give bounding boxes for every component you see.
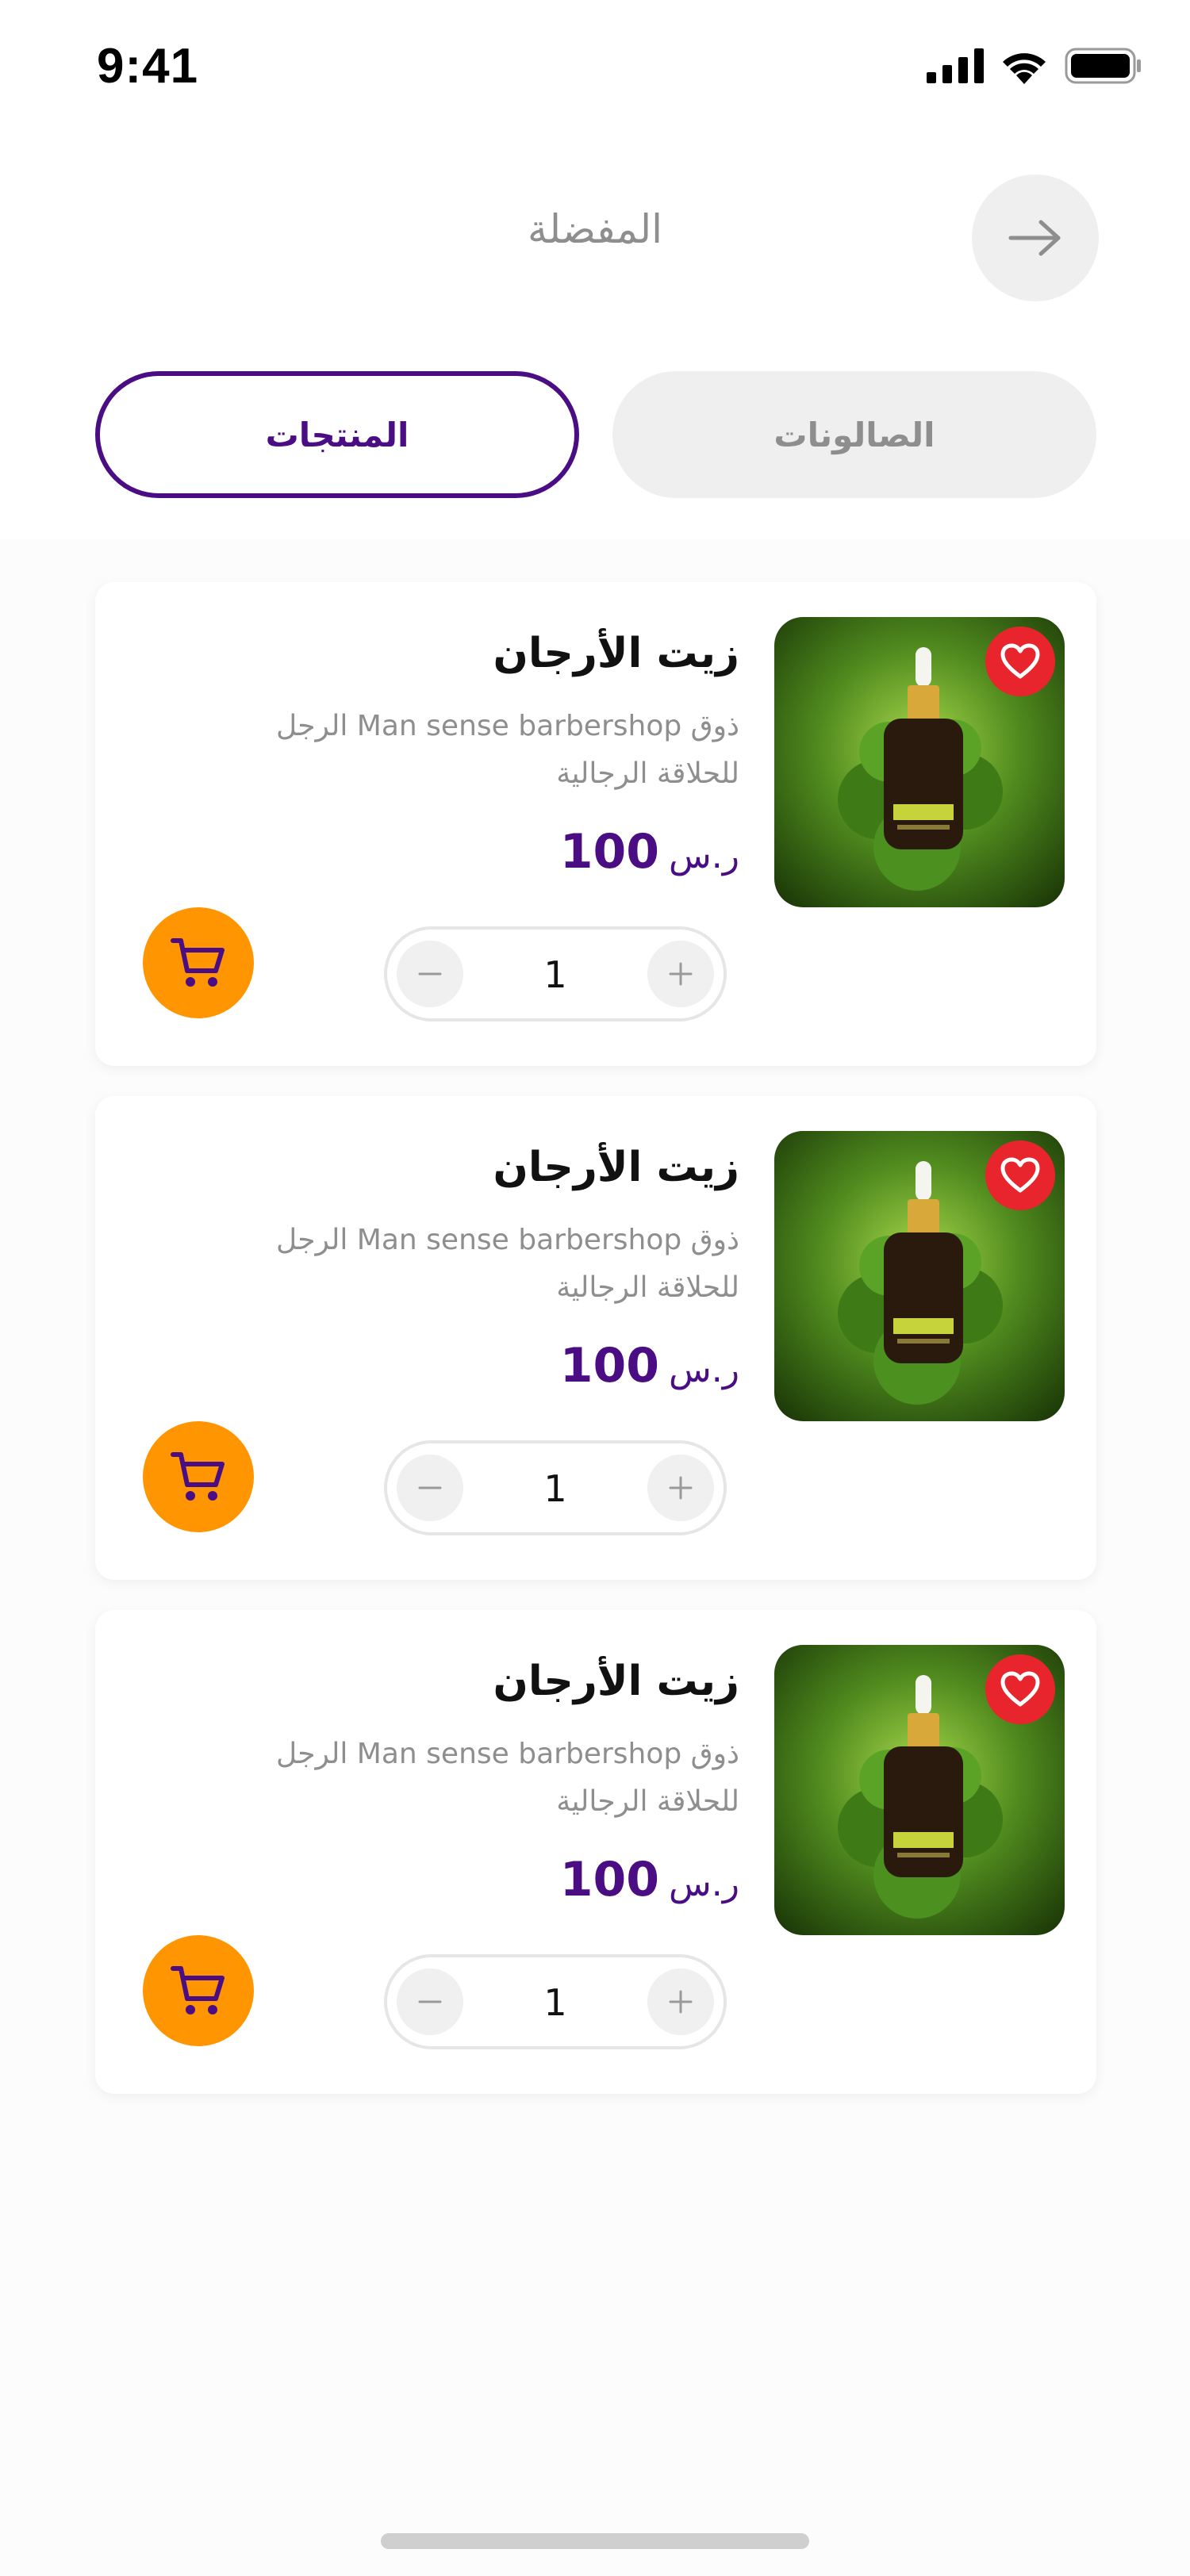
product-image[interactable] — [774, 617, 1065, 907]
back-button[interactable] — [972, 174, 1099, 301]
home-indicator — [381, 2533, 809, 2549]
tab-salons[interactable]: الصالونات — [612, 371, 1096, 498]
product-description: ذوق Man sense barbershop الرجل للحلاقة ا… — [275, 1224, 739, 1304]
add-to-cart-button[interactable] — [143, 907, 254, 1018]
arrow-right-icon — [1008, 220, 1061, 256]
status-bar: 9:41 — [0, 0, 1190, 135]
plus-icon — [669, 1476, 693, 1500]
status-icons — [927, 48, 1142, 84]
product-title: زيت الأرجان — [493, 1144, 739, 1191]
header: المفضلة — [0, 159, 1190, 301]
heart-icon — [1000, 1671, 1040, 1707]
tabs: المنتجات الصالونات — [95, 371, 1096, 498]
quantity-stepper: 1 — [384, 1954, 727, 2049]
shopping-cart-icon — [171, 938, 225, 987]
shopping-cart-icon — [171, 1452, 225, 1501]
product-price: 100 ر.س — [560, 1852, 739, 1907]
product-card[interactable]: زيت الأرجان ذوق Man sense barbershop الر… — [95, 1096, 1096, 1580]
price-value: 100 — [559, 1852, 660, 1907]
product-description: ذوق Man sense barbershop الرجل للحلاقة ا… — [275, 710, 739, 790]
quantity-stepper: 1 — [384, 926, 727, 1022]
status-time: 9:41 — [97, 39, 199, 94]
product-description: ذوق Man sense barbershop الرجل للحلاقة ا… — [275, 1738, 739, 1818]
price-value: 100 — [559, 1338, 660, 1393]
product-price: 100 ر.س — [560, 824, 739, 880]
price-value: 100 — [559, 824, 660, 880]
favorite-button[interactable] — [985, 1654, 1055, 1724]
product-card[interactable]: زيت الأرجان ذوق Man sense barbershop الر… — [95, 582, 1096, 1066]
product-price: 100 ر.س — [560, 1338, 739, 1393]
product-card[interactable]: زيت الأرجان ذوق Man sense barbershop الر… — [95, 1610, 1096, 2094]
price-currency: ر.س — [669, 1350, 739, 1390]
increase-button[interactable] — [647, 1455, 714, 1521]
product-image[interactable] — [774, 1645, 1065, 1935]
product-title: زيت الأرجان — [493, 1658, 739, 1705]
heart-icon — [1000, 643, 1040, 679]
price-currency: ر.س — [669, 836, 739, 876]
price-currency: ر.س — [669, 1864, 739, 1904]
plus-icon — [669, 1990, 693, 2014]
product-image[interactable] — [774, 1131, 1065, 1421]
tab-products[interactable]: المنتجات — [95, 371, 579, 498]
increase-button[interactable] — [647, 1968, 714, 2035]
shopping-cart-icon — [171, 1966, 225, 2014]
increase-button[interactable] — [647, 941, 714, 1007]
quantity-stepper: 1 — [384, 1440, 727, 1535]
wifi-icon — [1003, 53, 1046, 84]
heart-icon — [1000, 1157, 1040, 1193]
plus-icon — [669, 962, 693, 986]
signal-icon — [927, 48, 984, 83]
battery-icon — [1065, 48, 1141, 84]
favorite-button[interactable] — [985, 1140, 1055, 1210]
product-title: زيت الأرجان — [493, 630, 739, 677]
favorite-button[interactable] — [985, 627, 1055, 696]
add-to-cart-button[interactable] — [143, 1935, 254, 2046]
add-to-cart-button[interactable] — [143, 1421, 254, 1532]
